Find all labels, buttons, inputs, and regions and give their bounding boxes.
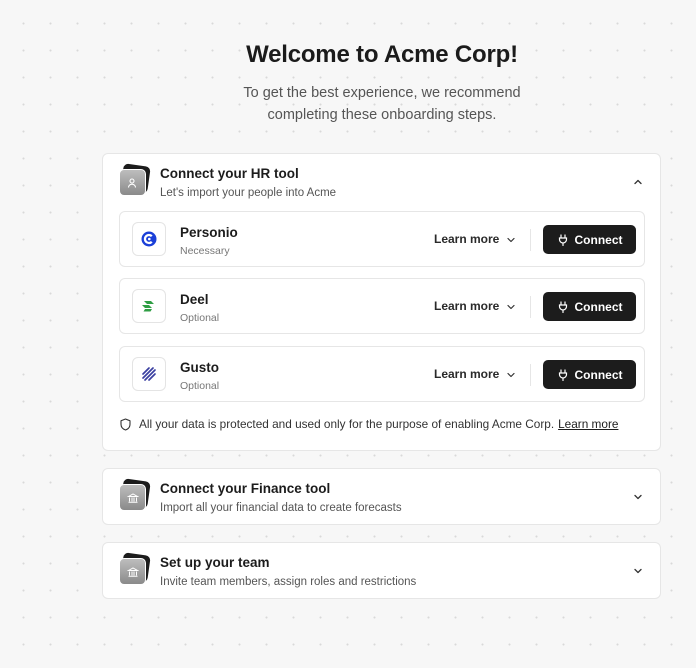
tool-status: Necessary (180, 245, 230, 257)
divider (530, 364, 531, 386)
tool-row-deel: Deel Optional Learn more Connect (119, 278, 645, 334)
hr-section-title: Connect your HR tool (160, 166, 299, 181)
shield-icon (120, 417, 131, 431)
team-building-icon (119, 552, 151, 586)
privacy-notice: All your data is protected and used only… (119, 417, 618, 431)
plug-icon (558, 233, 567, 246)
plug-icon (558, 368, 567, 381)
tool-name: Deel (180, 292, 209, 307)
connect-label: Connect (574, 367, 623, 382)
hr-section-description: Let's import your people into Acme (160, 187, 337, 199)
hr-people-icon (119, 163, 151, 197)
tool-name: Gusto (180, 360, 219, 375)
page-subtitle: To get the best experience, we recommend… (0, 82, 696, 126)
chevron-up-icon[interactable] (632, 176, 644, 188)
tool-name: Personio (180, 225, 238, 240)
divider (530, 296, 531, 318)
team-section-header[interactable]: Set up your team Invite team members, as… (103, 543, 660, 601)
privacy-text: All your data is protected and used only… (139, 417, 555, 431)
personio-logo-icon (132, 222, 166, 256)
divider (530, 229, 531, 251)
hr-tool-section: Connect your HR tool Let's import your p… (102, 153, 661, 451)
connect-button[interactable]: Connect (543, 225, 636, 254)
team-setup-section[interactable]: Set up your team Invite team members, as… (102, 542, 661, 599)
team-section-description: Invite team members, assign roles and re… (160, 576, 417, 588)
finance-tool-section[interactable]: Connect your Finance tool Import all you… (102, 468, 661, 525)
tool-row-personio: Personio Necessary Learn more Connect (119, 211, 645, 267)
connect-label: Connect (574, 232, 623, 247)
learn-more-button[interactable]: Learn more (434, 232, 499, 246)
plug-icon (558, 300, 567, 313)
privacy-learn-more-link[interactable]: Learn more (558, 417, 618, 431)
connect-button[interactable]: Connect (543, 360, 636, 389)
tool-row-gusto: Gusto Optional Learn more Connect (119, 346, 645, 402)
connect-label: Connect (574, 299, 623, 314)
chevron-down-icon[interactable] (506, 302, 516, 312)
finance-section-description: Import all your financial data to create… (160, 502, 402, 514)
finance-section-title: Connect your Finance tool (160, 481, 331, 496)
finance-section-header[interactable]: Connect your Finance tool Import all you… (103, 469, 660, 527)
bank-icon (119, 478, 151, 512)
team-section-title: Set up your team (160, 555, 270, 570)
connect-button[interactable]: Connect (543, 292, 636, 321)
tool-status: Optional (180, 312, 220, 324)
deel-logo-icon (132, 289, 166, 323)
chevron-down-icon[interactable] (632, 565, 644, 577)
learn-more-button[interactable]: Learn more (434, 367, 499, 381)
gusto-logo-icon (132, 357, 166, 391)
chevron-down-icon[interactable] (506, 235, 516, 245)
learn-more-button[interactable]: Learn more (434, 299, 499, 313)
subtitle-line-1: To get the best experience, we recommend (243, 85, 521, 101)
chevron-down-icon[interactable] (506, 370, 516, 380)
page-title: Welcome to Acme Corp! (246, 41, 518, 68)
subtitle-line-2: completing these onboarding steps. (267, 107, 497, 123)
tool-status: Optional (180, 380, 220, 392)
chevron-down-icon[interactable] (632, 491, 644, 503)
hr-section-header[interactable]: Connect your HR tool Let's import your p… (103, 154, 660, 212)
